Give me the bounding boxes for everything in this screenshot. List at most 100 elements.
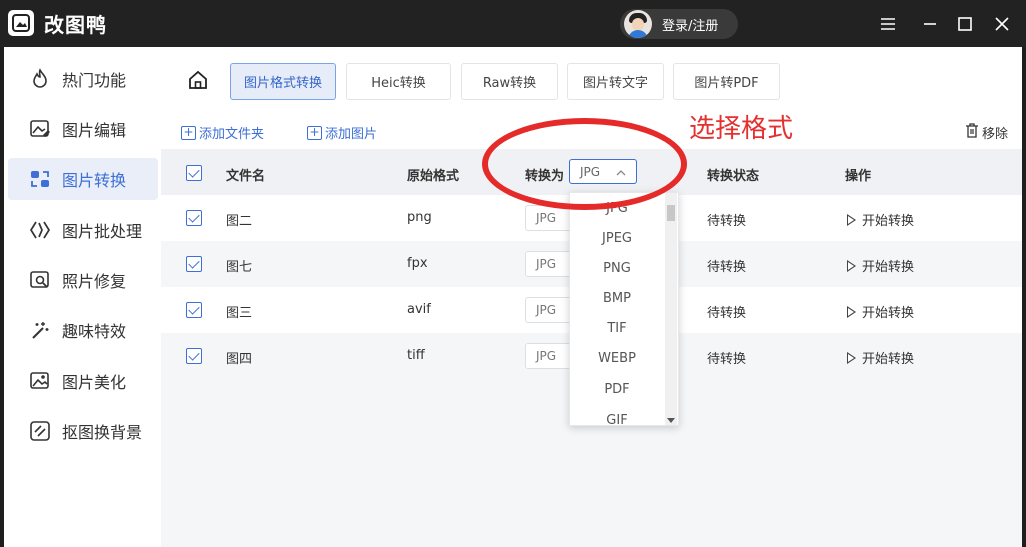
row-status: 待转换 xyxy=(707,306,747,321)
row-original-format: fpx xyxy=(407,256,428,271)
start-convert-label: 开始转换 xyxy=(862,306,915,321)
sidebar-item-beautify[interactable]: 图片美化 xyxy=(8,360,158,402)
sidebar-item-label: 图片编辑 xyxy=(62,121,127,140)
format-option[interactable]: TIF xyxy=(570,321,664,336)
login-label: 登录/注册 xyxy=(662,18,719,34)
tab-image-to-text[interactable]: 图片转文字 xyxy=(567,63,664,100)
sidebar-item-batch[interactable]: 图片批处理 xyxy=(8,209,158,251)
format-option[interactable]: WEBP xyxy=(570,351,664,366)
sidebar-item-label: 照片修复 xyxy=(62,272,127,291)
plus-icon: + xyxy=(307,125,322,140)
row-original-format: tiff xyxy=(407,348,425,363)
start-convert-label: 开始转换 xyxy=(862,352,915,367)
row-checkbox[interactable] xyxy=(186,348,202,364)
start-convert-label: 开始转换 xyxy=(862,260,915,275)
tab-raw-convert[interactable]: Raw转换 xyxy=(461,63,558,100)
header-filename: 文件名 xyxy=(226,169,266,184)
row-status: 待转换 xyxy=(707,260,747,275)
cutout-icon xyxy=(28,419,52,443)
header-action: 操作 xyxy=(845,169,872,184)
header-status: 转换状态 xyxy=(707,169,760,184)
app-title: 改图鸭 xyxy=(44,13,107,37)
format-option[interactable]: PDF xyxy=(570,382,664,397)
scroll-down-arrow-icon[interactable] xyxy=(667,413,675,425)
scrollbar-thumb[interactable] xyxy=(667,205,675,221)
row-status: 待转换 xyxy=(707,214,747,229)
row-checkbox[interactable] xyxy=(186,210,202,226)
add-image-label: 添加图片 xyxy=(325,127,378,142)
start-convert-label: 开始转换 xyxy=(862,214,915,229)
sidebar-item-label: 图片美化 xyxy=(62,373,127,392)
row-checkbox[interactable] xyxy=(186,302,202,318)
close-icon[interactable] xyxy=(990,12,1014,36)
row-status: 待转换 xyxy=(707,352,747,367)
add-image-button[interactable]: + 添加图片 xyxy=(307,123,377,142)
sidebar-item-label: 趣味特效 xyxy=(62,322,127,341)
format-option[interactable]: GIF xyxy=(570,413,664,425)
row-convert-select[interactable]: JPG xyxy=(525,343,575,369)
row-filename: 图七 xyxy=(226,260,253,275)
play-icon xyxy=(847,259,856,272)
maximize-icon[interactable] xyxy=(953,12,977,36)
sidebar-item-hot[interactable]: 热门功能 xyxy=(8,58,158,100)
sidebar: 热门功能 图片编辑 图片转换 图片批处理 照片修复 趣味特效 图片美化 抠图换背… xyxy=(4,47,161,547)
start-convert-button[interactable]: 开始转换 xyxy=(847,256,914,275)
row-convert-select[interactable]: JPG xyxy=(525,251,575,277)
image-convert-icon xyxy=(28,167,52,191)
row-filename: 图四 xyxy=(226,352,253,367)
start-convert-button[interactable]: 开始转换 xyxy=(847,348,914,367)
login-button[interactable]: 登录/注册 xyxy=(620,9,738,39)
row-original-format: png xyxy=(407,210,432,225)
play-icon xyxy=(847,305,856,318)
sidebar-item-effects[interactable]: 趣味特效 xyxy=(8,309,158,351)
app-logo-icon xyxy=(8,10,34,36)
trash-icon xyxy=(965,123,979,142)
play-icon xyxy=(847,351,856,364)
plus-icon: + xyxy=(181,125,196,140)
tab-image-format-convert[interactable]: 图片格式转换 xyxy=(230,63,336,100)
row-filename: 图三 xyxy=(226,306,253,321)
sidebar-item-image-convert[interactable]: 图片转换 xyxy=(8,158,158,200)
dropdown-scrollbar[interactable] xyxy=(665,193,677,425)
tab-image-to-pdf[interactable]: 图片转PDF xyxy=(673,63,780,100)
sidebar-item-photo-repair[interactable]: 照片修复 xyxy=(8,259,158,301)
add-folder-label: 添加文件夹 xyxy=(199,127,265,142)
annotation-ellipse xyxy=(482,118,687,210)
remove-label: 移除 xyxy=(982,127,1009,142)
row-checkbox[interactable] xyxy=(186,256,202,272)
fire-icon xyxy=(28,67,52,91)
tab-heic-convert[interactable]: Heic转换 xyxy=(346,63,451,100)
format-dropdown-list: JPG JPEG PNG BMP TIF WEBP PDF GIF xyxy=(569,192,679,426)
header-original-format: 原始格式 xyxy=(407,169,460,184)
sidebar-item-image-edit[interactable]: 图片编辑 xyxy=(8,108,158,150)
start-convert-button[interactable]: 开始转换 xyxy=(847,302,914,321)
home-icon[interactable] xyxy=(185,67,211,93)
row-original-format: avif xyxy=(407,302,431,317)
start-convert-button[interactable]: 开始转换 xyxy=(847,210,914,229)
format-option[interactable]: JPEG xyxy=(570,231,664,246)
annotation-text: 选择格式 xyxy=(689,114,794,144)
batch-icon xyxy=(28,218,52,242)
sidebar-item-cutout[interactable]: 抠图换背景 xyxy=(8,410,158,452)
sidebar-item-label: 图片批处理 xyxy=(62,222,143,241)
sidebar-item-label: 热门功能 xyxy=(62,71,127,90)
play-icon xyxy=(847,213,856,226)
menu-icon[interactable] xyxy=(876,12,900,36)
sidebar-item-label: 抠图换背景 xyxy=(62,423,143,442)
title-bar: 改图鸭 登录/注册 xyxy=(0,0,1026,47)
row-convert-select[interactable]: JPG xyxy=(525,297,575,323)
row-filename: 图二 xyxy=(226,214,253,229)
remove-button[interactable]: 移除 xyxy=(965,123,1008,142)
avatar xyxy=(624,10,652,38)
image-beautify-icon xyxy=(28,369,52,393)
format-option[interactable]: BMP xyxy=(570,291,664,306)
image-edit-icon xyxy=(28,117,52,141)
add-folder-button[interactable]: + 添加文件夹 xyxy=(181,123,264,142)
format-option[interactable]: PNG xyxy=(570,261,664,276)
magic-wand-icon xyxy=(28,318,52,342)
tab-bar: 图片格式转换 Heic转换 Raw转换 图片转文字 图片转PDF xyxy=(161,47,1022,111)
sidebar-item-label: 图片转换 xyxy=(62,171,127,190)
photo-repair-icon xyxy=(28,268,52,292)
minimize-icon[interactable] xyxy=(918,12,942,36)
select-all-checkbox[interactable] xyxy=(186,165,202,181)
